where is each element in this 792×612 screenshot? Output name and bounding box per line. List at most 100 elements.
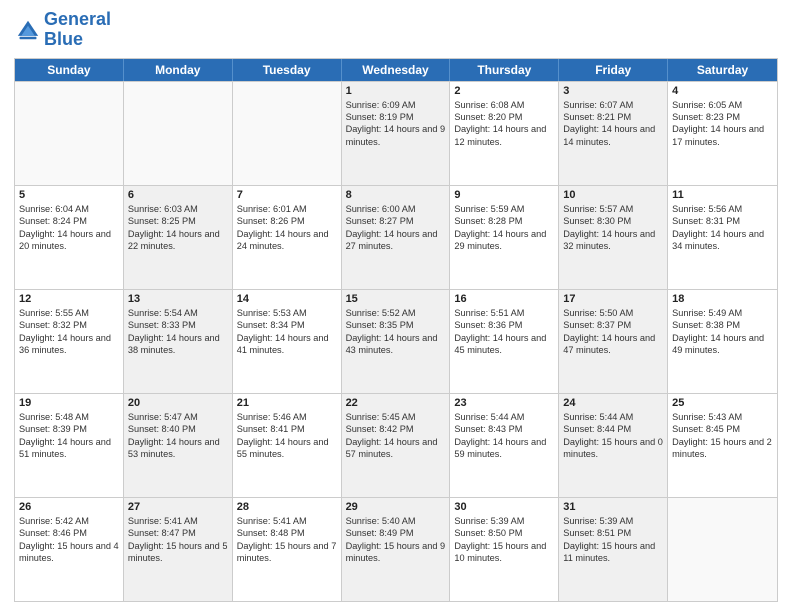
calendar-cell: 7Sunrise: 6:01 AMSunset: 8:26 PMDaylight… xyxy=(233,186,342,289)
logo-icon xyxy=(16,19,40,41)
day-number: 1 xyxy=(346,85,446,97)
calendar-row-4: 26 Sunrise: 5:42 AMSunset: 8:46 PMDayligh… xyxy=(15,497,777,601)
cell-text: Sunrise: 5:43 AMSunset: 8:45 PMDaylight:… xyxy=(672,411,773,461)
cell-text: Sunrise: 5:44 AMSunset: 8:44 PMDaylight:… xyxy=(563,411,663,461)
cell-text: Sunrise: 5:48 AMSunset: 8:39 PMDaylight:… xyxy=(19,411,119,461)
calendar-cell: 31Sunrise: 5:39 AMSunset: 8:51 PMDayligh… xyxy=(559,498,668,601)
cell-text: Sunrise: 6:09 AMSunset: 8:19 PMDaylight:… xyxy=(346,99,446,149)
header-day-wednesday: Wednesday xyxy=(342,59,451,81)
calendar-cell: 18 Sunrise: 5:49 AMSunset: 8:38 PMDayligh… xyxy=(668,290,777,393)
day-number: 18 xyxy=(672,293,773,305)
calendar-cell: 29 Sunrise: 5:40 AMSunset: 8:49 PMDayligh… xyxy=(342,498,451,601)
cell-text: Sunrise: 5:53 AMSunset: 8:34 PMDaylight:… xyxy=(237,307,337,357)
header-day-friday: Friday xyxy=(559,59,668,81)
cell-text: Sunrise: 5:47 AMSunset: 8:40 PMDaylight:… xyxy=(128,411,228,461)
calendar-cell: 14Sunrise: 5:53 AMSunset: 8:34 PMDayligh… xyxy=(233,290,342,393)
calendar-cell: 22 Sunrise: 5:45 AMSunset: 8:42 PMDayligh… xyxy=(342,394,451,497)
cell-text: Sunrise: 5:49 AMSunset: 8:38 PMDaylight:… xyxy=(672,307,773,357)
day-number: 8 xyxy=(346,189,446,201)
calendar-cell xyxy=(15,82,124,185)
calendar-row-0: 1 Sunrise: 6:09 AMSunset: 8:19 PMDaylight… xyxy=(15,81,777,185)
day-number: 20 xyxy=(128,397,228,409)
calendar-cell: 9 Sunrise: 5:59 AMSunset: 8:28 PMDaylight… xyxy=(450,186,559,289)
day-number: 27 xyxy=(128,501,228,513)
calendar-row-1: 5 Sunrise: 6:04 AMSunset: 8:24 PMDaylight… xyxy=(15,185,777,289)
header-day-tuesday: Tuesday xyxy=(233,59,342,81)
cell-text: Sunrise: 5:55 AMSunset: 8:32 PMDaylight:… xyxy=(19,307,119,357)
page: General Blue SundayMondayTuesdayWednesda… xyxy=(0,0,792,612)
cell-text: Sunrise: 5:46 AMSunset: 8:41 PMDaylight:… xyxy=(237,411,337,461)
day-number: 11 xyxy=(672,189,773,201)
calendar-cell: 8 Sunrise: 6:00 AMSunset: 8:27 PMDaylight… xyxy=(342,186,451,289)
cell-text: Sunrise: 5:42 AMSunset: 8:46 PMDaylight:… xyxy=(19,515,119,565)
calendar-body: 1 Sunrise: 6:09 AMSunset: 8:19 PMDaylight… xyxy=(15,81,777,601)
cell-text: Sunrise: 5:54 AMSunset: 8:33 PMDaylight:… xyxy=(128,307,228,357)
header-day-sunday: Sunday xyxy=(15,59,124,81)
day-number: 21 xyxy=(237,397,337,409)
calendar-cell: 12 Sunrise: 5:55 AMSunset: 8:32 PMDayligh… xyxy=(15,290,124,393)
day-number: 3 xyxy=(563,85,663,97)
day-number: 17 xyxy=(563,293,663,305)
cell-text: Sunrise: 5:44 AMSunset: 8:43 PMDaylight:… xyxy=(454,411,554,461)
day-number: 10 xyxy=(563,189,663,201)
calendar-cell: 27 Sunrise: 5:41 AMSunset: 8:47 PMDayligh… xyxy=(124,498,233,601)
day-number: 9 xyxy=(454,189,554,201)
cell-text: Sunrise: 5:45 AMSunset: 8:42 PMDaylight:… xyxy=(346,411,446,461)
calendar-cell xyxy=(124,82,233,185)
cell-text: Sunrise: 6:05 AMSunset: 8:23 PMDaylight:… xyxy=(672,99,773,149)
calendar-cell: 2 Sunrise: 6:08 AMSunset: 8:20 PMDaylight… xyxy=(450,82,559,185)
calendar-cell: 28Sunrise: 5:41 AMSunset: 8:48 PMDayligh… xyxy=(233,498,342,601)
cell-text: Sunrise: 5:39 AMSunset: 8:51 PMDaylight:… xyxy=(563,515,663,565)
day-number: 7 xyxy=(237,189,337,201)
calendar-cell: 5 Sunrise: 6:04 AMSunset: 8:24 PMDaylight… xyxy=(15,186,124,289)
logo: General Blue xyxy=(14,10,111,50)
calendar-row-3: 19 Sunrise: 5:48 AMSunset: 8:39 PMDayligh… xyxy=(15,393,777,497)
day-number: 2 xyxy=(454,85,554,97)
day-number: 24 xyxy=(563,397,663,409)
calendar-cell: 11Sunrise: 5:56 AMSunset: 8:31 PMDayligh… xyxy=(668,186,777,289)
cell-text: Sunrise: 6:00 AMSunset: 8:27 PMDaylight:… xyxy=(346,203,446,253)
day-number: 30 xyxy=(454,501,554,513)
day-number: 26 xyxy=(19,501,119,513)
calendar-cell: 20 Sunrise: 5:47 AMSunset: 8:40 PMDayligh… xyxy=(124,394,233,497)
calendar-cell: 30Sunrise: 5:39 AMSunset: 8:50 PMDayligh… xyxy=(450,498,559,601)
calendar-cell: 6Sunrise: 6:03 AMSunset: 8:25 PMDaylight… xyxy=(124,186,233,289)
calendar-cell: 4Sunrise: 6:05 AMSunset: 8:23 PMDaylight… xyxy=(668,82,777,185)
calendar-cell: 24 Sunrise: 5:44 AMSunset: 8:44 PMDayligh… xyxy=(559,394,668,497)
cell-text: Sunrise: 5:41 AMSunset: 8:47 PMDaylight:… xyxy=(128,515,228,565)
calendar-cell: 23Sunrise: 5:44 AMSunset: 8:43 PMDayligh… xyxy=(450,394,559,497)
cell-text: Sunrise: 5:59 AMSunset: 8:28 PMDaylight:… xyxy=(454,203,554,253)
cell-text: Sunrise: 5:57 AMSunset: 8:30 PMDaylight:… xyxy=(563,203,663,253)
cell-text: Sunrise: 5:51 AMSunset: 8:36 PMDaylight:… xyxy=(454,307,554,357)
calendar-cell: 19 Sunrise: 5:48 AMSunset: 8:39 PMDayligh… xyxy=(15,394,124,497)
calendar-cell: 17 Sunrise: 5:50 AMSunset: 8:37 PMDayligh… xyxy=(559,290,668,393)
header-day-monday: Monday xyxy=(124,59,233,81)
day-number: 12 xyxy=(19,293,119,305)
day-number: 5 xyxy=(19,189,119,201)
calendar-cell: 1 Sunrise: 6:09 AMSunset: 8:19 PMDaylight… xyxy=(342,82,451,185)
header-day-thursday: Thursday xyxy=(450,59,559,81)
header: General Blue xyxy=(14,10,778,50)
calendar-cell: 13Sunrise: 5:54 AMSunset: 8:33 PMDayligh… xyxy=(124,290,233,393)
day-number: 25 xyxy=(672,397,773,409)
cell-text: Sunrise: 5:50 AMSunset: 8:37 PMDaylight:… xyxy=(563,307,663,357)
calendar-cell: 3 Sunrise: 6:07 AMSunset: 8:21 PMDaylight… xyxy=(559,82,668,185)
calendar-row-2: 12 Sunrise: 5:55 AMSunset: 8:32 PMDayligh… xyxy=(15,289,777,393)
cell-text: Sunrise: 6:04 AMSunset: 8:24 PMDaylight:… xyxy=(19,203,119,253)
calendar-cell: 21 Sunrise: 5:46 AMSunset: 8:41 PMDayligh… xyxy=(233,394,342,497)
calendar-cell xyxy=(233,82,342,185)
calendar: SundayMondayTuesdayWednesdayThursdayFrid… xyxy=(14,58,778,602)
day-number: 6 xyxy=(128,189,228,201)
cell-text: Sunrise: 6:08 AMSunset: 8:20 PMDaylight:… xyxy=(454,99,554,149)
day-number: 28 xyxy=(237,501,337,513)
calendar-cell: 15Sunrise: 5:52 AMSunset: 8:35 PMDayligh… xyxy=(342,290,451,393)
day-number: 22 xyxy=(346,397,446,409)
cell-text: Sunrise: 5:40 AMSunset: 8:49 PMDaylight:… xyxy=(346,515,446,565)
calendar-cell xyxy=(668,498,777,601)
logo-text: General xyxy=(44,10,111,30)
calendar-cell: 25 Sunrise: 5:43 AMSunset: 8:45 PMDayligh… xyxy=(668,394,777,497)
day-number: 29 xyxy=(346,501,446,513)
day-number: 19 xyxy=(19,397,119,409)
logo-text2: Blue xyxy=(44,30,111,50)
cell-text: Sunrise: 6:07 AMSunset: 8:21 PMDaylight:… xyxy=(563,99,663,149)
